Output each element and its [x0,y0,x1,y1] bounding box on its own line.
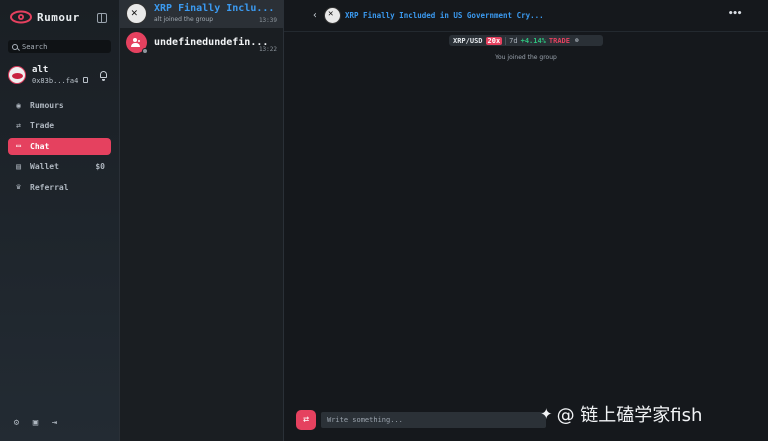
eye-icon: ◉ [16,100,21,110]
sidebar-item-referral[interactable]: ♛ Referral [8,179,111,196]
message-input[interactable] [321,412,546,428]
chat-list: XRP Finally Inclu... alt joined the grou… [120,0,284,441]
sidebar-footer: ⚙ ▣ ⇥ [12,419,59,428]
swap-action-button[interactable]: ⇄ [296,410,316,430]
divider [505,36,507,45]
group-avatar [126,3,147,24]
sidebar-item-trade[interactable]: ⇄ Trade [8,117,111,134]
ticker-period: 7d [509,36,518,45]
bell-icon[interactable] [100,71,107,81]
search-input[interactable] [22,42,102,51]
sidebar-item-label: Chat [30,141,50,151]
trade-button[interactable]: TRADE [549,37,570,45]
chat-last-message: alt joined the group [154,16,213,23]
settings-gear-icon[interactable]: ⚙ [12,419,21,428]
logout-icon[interactable]: ⇥ [50,419,59,428]
trophy-icon: ♛ [16,182,21,192]
sidebar-nav: ◉ Rumours ⇄ Trade ▭ Chat ▤ Wallet $0 ♛ R… [8,97,111,199]
chat-time: 13:39 [258,17,277,24]
copy-icon[interactable] [83,77,88,83]
chevron-left-icon[interactable]: ‹ [312,10,318,21]
watermark-text: @ 链上磕学家fish [556,405,703,426]
document-icon[interactable]: ▣ [31,419,40,428]
chat-icon: ▭ [16,141,21,151]
wallet-icon: ▤ [16,161,21,171]
wallet-balance: $0 [95,162,105,172]
sidebar-item-label: Wallet [30,162,59,172]
lock-icon [142,48,148,54]
conversation-header: ‹ XRP Finally Included in US Government … [284,0,768,32]
sidebar: Rumour alt 0x83b...fa4 ◉ Rumours ⇄ Trade… [0,0,120,441]
ticker-bar[interactable]: XRP/USD 20x 7d +4.14% TRADE ⊗ [449,35,603,46]
sidebar-item-chat[interactable]: ▭ Chat [8,137,111,155]
brand[interactable]: Rumour [10,10,80,24]
leverage-badge: 20x [485,36,503,45]
user-name: alt [32,65,49,75]
avatar[interactable] [8,66,26,84]
more-options-icon[interactable]: ••• [728,9,742,19]
sidebar-item-wallet[interactable]: ▤ Wallet $0 [8,158,111,175]
chat-list-item[interactable]: undefinedundefin... 13:22 [120,29,283,57]
chat-time: 13:22 [258,46,277,53]
wallet-address: 0x83b...fa4 [32,77,79,85]
chat-list-item[interactable]: XRP Finally Inclu... alt joined the grou… [120,0,283,28]
sidebar-item-rumours[interactable]: ◉ Rumours [8,97,111,114]
close-icon[interactable]: ⊗ [575,37,579,44]
conversation-title[interactable]: XRP Finally Included in US Government Cr… [345,11,544,20]
sparkle-icon: ✦ [540,405,553,423]
chat-title: XRP Finally Inclu... [154,3,275,14]
search-box[interactable] [8,40,111,53]
collapse-sidebar-icon[interactable] [97,13,107,23]
watermark: ✦ @ 链上磕学家fish [540,401,702,427]
swap-icon: ⇄ [16,120,21,130]
system-message: You joined the group [495,54,557,61]
ticker-pair: XRP/USD [453,36,483,45]
user-profile[interactable]: alt 0x83b...fa4 [8,65,112,89]
sidebar-item-label: Rumours [30,101,64,110]
group-avatar[interactable] [324,7,341,24]
conversation-panel: ‹ XRP Finally Included in US Government … [284,0,768,441]
chat-title: undefinedundefin... [154,37,269,48]
sidebar-item-label: Referral [30,182,69,192]
brand-name: Rumour [37,10,80,24]
search-icon [12,43,18,50]
rumour-logo-icon [10,10,32,24]
price-change: +4.14% [520,36,546,45]
sidebar-item-label: Trade [30,121,55,131]
